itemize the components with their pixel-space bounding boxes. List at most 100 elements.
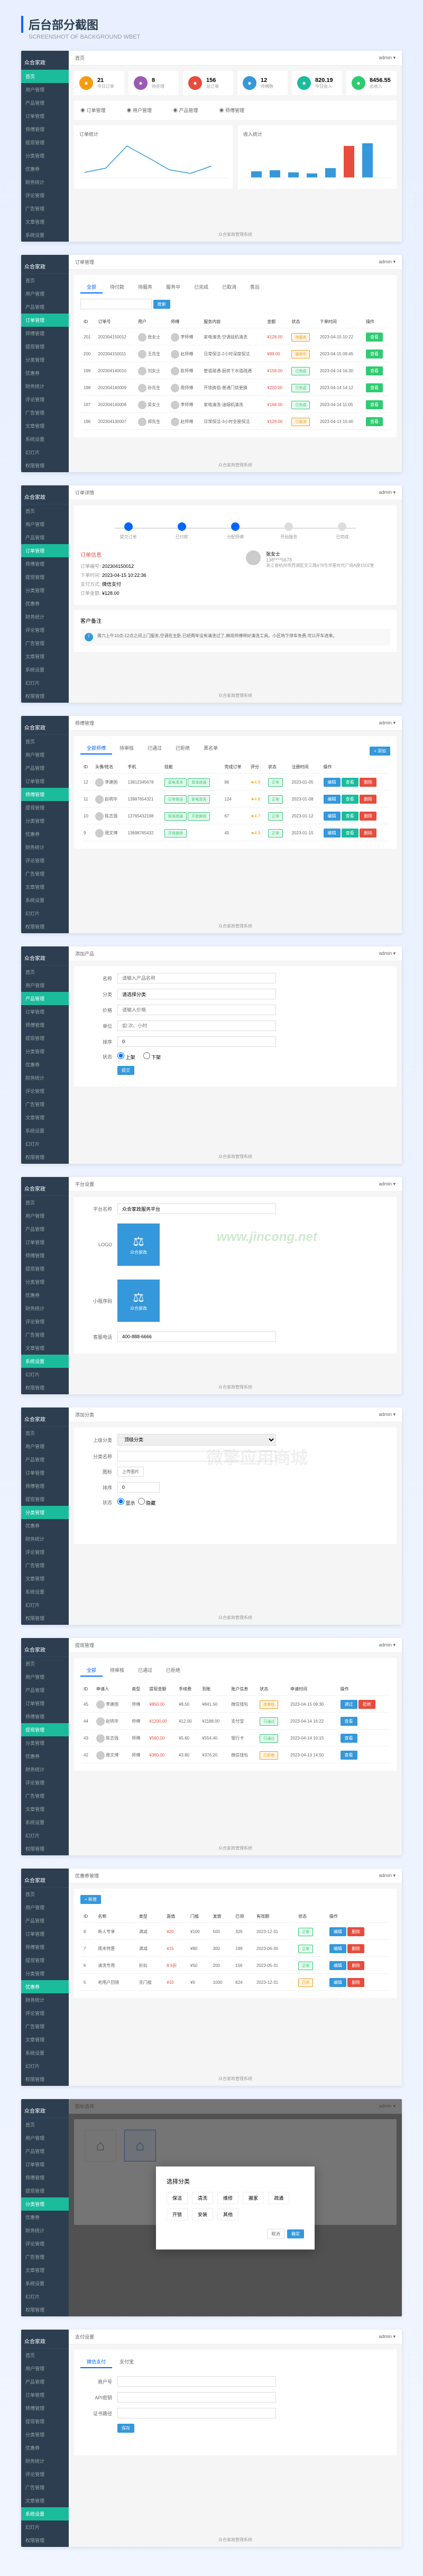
sidebar-item[interactable]: 提现管理 xyxy=(21,1262,69,1275)
sidebar-item[interactable]: 广告管理 xyxy=(21,867,69,880)
sidebar-item[interactable]: 订单管理 xyxy=(21,2158,69,2171)
sidebar-item[interactable]: 幻灯片 xyxy=(21,1829,69,1842)
sidebar-item[interactable]: 广告管理 xyxy=(21,637,69,650)
sidebar-item[interactable]: 优惠券 xyxy=(21,2441,69,2454)
view-button[interactable]: 查看 xyxy=(366,383,383,392)
sidebar-item[interactable]: 财务统计 xyxy=(21,610,69,623)
sidebar-item[interactable]: 优惠券 xyxy=(21,1980,69,1993)
sidebar-item[interactable]: 系统设置 xyxy=(21,433,69,446)
sidebar-item[interactable]: 用户管理 xyxy=(21,748,69,761)
sidebar-item[interactable]: 广告管理 xyxy=(21,2481,69,2494)
sidebar-item[interactable]: 首页 xyxy=(21,735,69,748)
sidebar-item[interactable]: 分类管理 xyxy=(21,2197,69,2211)
radio-show[interactable]: 显示 xyxy=(117,1498,135,1506)
sidebar-item[interactable]: 师傅管理 xyxy=(21,2171,69,2184)
user-menu[interactable]: admin ▾ xyxy=(379,951,396,956)
action-button[interactable]: 编辑 xyxy=(329,1944,346,1953)
modal-option[interactable]: 疏通 xyxy=(268,2192,289,2204)
user-menu[interactable]: admin ▾ xyxy=(379,259,396,265)
sidebar-item[interactable]: 订单管理 xyxy=(21,775,69,788)
sidebar-item[interactable]: 文章管理 xyxy=(21,2494,69,2507)
sidebar-item[interactable]: 首页 xyxy=(21,1427,69,1440)
modal-option[interactable]: 维修 xyxy=(217,2192,238,2204)
action-button[interactable]: 编辑 xyxy=(329,1961,346,1970)
sidebar-item[interactable]: 优惠券 xyxy=(21,1058,69,1071)
sidebar-item[interactable]: 分类管理 xyxy=(21,1275,69,1289)
tab-wechat[interactable]: 微信支付 xyxy=(80,2356,112,2368)
tab[interactable]: 已拒绝 xyxy=(169,742,196,755)
action-button[interactable]: 查看 xyxy=(342,795,358,804)
sidebar-item-finance[interactable]: 财务统计 xyxy=(21,176,69,189)
sidebar-item[interactable]: 首页 xyxy=(21,2349,69,2362)
tab[interactable]: 全部 xyxy=(80,1664,103,1677)
action-button[interactable]: 查看 xyxy=(341,1734,357,1743)
action-button[interactable]: 编辑 xyxy=(324,829,341,838)
sidebar-item[interactable]: 权限管理 xyxy=(21,1842,69,1855)
sidebar-item[interactable]: 系统设置 xyxy=(21,894,69,907)
radio-option[interactable]: 上架 xyxy=(117,1052,135,1061)
user-menu[interactable]: admin ▾ xyxy=(379,720,396,726)
tab[interactable]: 全部 xyxy=(80,281,103,293)
sidebar-item[interactable]: 用户管理 xyxy=(21,1209,69,1222)
sidebar-item[interactable]: 师傅管理 xyxy=(21,1249,69,1262)
sidebar-item[interactable]: 财务统计 xyxy=(21,841,69,854)
sidebar-item[interactable]: 分类管理 xyxy=(21,814,69,827)
view-button[interactable]: 查看 xyxy=(366,417,383,426)
form-input[interactable] xyxy=(117,1005,276,1015)
sidebar-item[interactable]: 首页 xyxy=(21,1657,69,1670)
sidebar-item[interactable]: 系统设置 xyxy=(21,663,69,676)
sidebar-item[interactable]: 财务统计 xyxy=(21,1763,69,1776)
sidebar-item[interactable]: 优惠券 xyxy=(21,597,69,610)
tab[interactable]: 黑名单 xyxy=(197,742,224,755)
sidebar-item[interactable]: 师傅管理 xyxy=(21,1940,69,1954)
tab[interactable]: 待审核 xyxy=(113,742,140,755)
sidebar-item[interactable]: 文章管理 xyxy=(21,1111,69,1124)
sidebar-item[interactable]: 幻灯片 xyxy=(21,2290,69,2303)
sidebar-item[interactable]: 用户管理 xyxy=(21,518,69,531)
user-menu[interactable]: admin ▾ xyxy=(379,1642,396,1648)
sidebar-item-withdraw[interactable]: 提现管理 xyxy=(21,136,69,149)
sidebar-item[interactable]: 权限管理 xyxy=(21,1381,69,1394)
sidebar-item[interactable]: 系统设置 xyxy=(21,2277,69,2290)
search-button[interactable]: 搜索 xyxy=(153,300,170,309)
user-menu[interactable]: admin ▾ xyxy=(379,1873,396,1879)
sidebar-item[interactable]: 系统设置 xyxy=(21,2507,69,2520)
action-button[interactable]: 拒绝 xyxy=(358,1700,375,1709)
add-coupon-button[interactable]: + 新增 xyxy=(80,1895,101,1904)
sidebar-item[interactable]: 财务统计 xyxy=(21,1071,69,1084)
sidebar-item[interactable]: 文章管理 xyxy=(21,650,69,663)
quick-link[interactable]: ◉ 师傅管理 xyxy=(219,107,245,114)
sidebar-item[interactable]: 提现管理 xyxy=(21,801,69,814)
sidebar-item-ads[interactable]: 广告管理 xyxy=(21,202,69,215)
sidebar-item[interactable]: 幻灯片 xyxy=(21,2059,69,2073)
sidebar-item[interactable]: 幻灯片 xyxy=(21,2520,69,2534)
modal-option[interactable]: 其他 xyxy=(217,2208,238,2220)
sidebar-item[interactable]: 系统设置 xyxy=(21,1124,69,1137)
sidebar-item[interactable]: 首页 xyxy=(21,504,69,518)
apikey-input[interactable] xyxy=(117,2392,276,2403)
sidebar-item-comments[interactable]: 评论管理 xyxy=(21,189,69,202)
sidebar-item[interactable]: 系统设置 xyxy=(21,1585,69,1598)
action-button[interactable]: 查看 xyxy=(341,1717,357,1726)
category-name-input[interactable] xyxy=(117,1451,276,1461)
modal-option[interactable]: 安装 xyxy=(192,2208,213,2220)
phone-input[interactable] xyxy=(117,1331,276,1342)
qrcode-preview[interactable]: ⚖众合家政 xyxy=(117,1280,160,1322)
sidebar-item[interactable]: 首页 xyxy=(21,1888,69,1901)
user-menu[interactable]: admin ▾ xyxy=(379,1412,396,1418)
add-button[interactable]: + 添加 xyxy=(370,747,390,756)
view-button[interactable]: 查看 xyxy=(366,400,383,409)
sidebar-item[interactable]: 财务统计 xyxy=(21,1993,69,2007)
sidebar-item[interactable]: 提现管理 xyxy=(21,1954,69,1967)
sidebar-item[interactable]: 广告管理 xyxy=(21,1789,69,1802)
sidebar-item[interactable]: 文章管理 xyxy=(21,1802,69,1816)
sidebar-item[interactable]: 订单管理 xyxy=(21,1697,69,1710)
form-input[interactable] xyxy=(117,1036,276,1047)
tab[interactable]: 待审核 xyxy=(104,1664,131,1677)
action-button[interactable]: 删除 xyxy=(347,1927,364,1936)
sidebar-item[interactable]: 文章管理 xyxy=(21,2033,69,2046)
user-menu[interactable]: admin ▾ xyxy=(379,490,396,495)
sidebar-item[interactable]: 产品管理 xyxy=(21,531,69,544)
user-menu[interactable]: admin ▾ xyxy=(379,1181,396,1187)
action-button[interactable]: 查看 xyxy=(342,778,358,787)
